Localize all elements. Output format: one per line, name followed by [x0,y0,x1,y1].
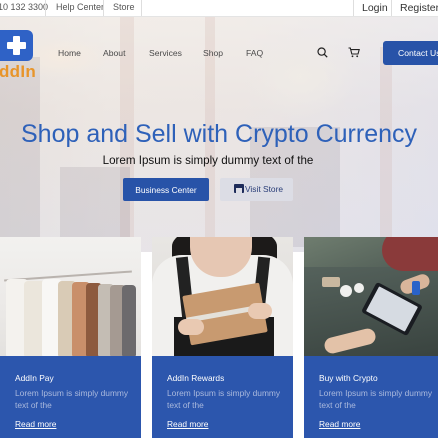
visit-store-label: Visit Store [245,184,284,194]
hero-subtitle: Lorem Ipsum is simply dummy text of the [102,154,314,167]
business-center-button[interactable]: Business Center [123,178,209,201]
read-more-link[interactable]: Read more [319,419,360,429]
divider [391,0,392,16]
nav-services[interactable]: Services [149,48,182,58]
store-icon [234,184,244,193]
read-more-link[interactable]: Read more [167,419,208,429]
clothes-rack-image [0,237,141,356]
hero-title: Shop and Sell with Crypto Currency [20,120,418,148]
divider [141,0,142,16]
divider [103,0,104,16]
phone-number[interactable]: 10 132 3300 [0,2,48,12]
nav-faq[interactable]: FAQ [246,48,263,58]
card-text: Lorem Ipsum is simply dummy text of the [15,388,129,410]
card-title: Buy with Crypto [319,373,378,383]
help-center-link[interactable]: Help Center [56,2,104,12]
feature-card-rewards: AddIn Rewards Lorem Ipsum is simply dumm… [152,237,293,438]
register-link[interactable]: Register [400,2,438,14]
nav-home[interactable]: Home [58,48,81,58]
card-title: AddIn Pay [15,373,54,383]
store-link[interactable]: Store [113,2,135,12]
cart-icon[interactable] [348,47,360,58]
visit-store-button[interactable]: Visit Store [220,178,293,201]
nav-about[interactable]: About [103,48,125,58]
divider [353,0,354,16]
logo-text[interactable]: ddIn [0,62,36,82]
top-utility-bar: 10 132 3300 Help Center Store Login Regi… [0,0,438,17]
divider [45,0,46,16]
feature-card-crypto: Buy with Crypto Lorem Ipsum is simply du… [304,237,438,438]
woman-holding-box-image [152,237,293,356]
contact-us-button[interactable]: Contact Us [383,41,438,65]
card-text: Lorem Ipsum is simply dummy text of the [319,388,433,410]
card-title: AddIn Rewards [167,373,225,383]
card-text: Lorem Ipsum is simply dummy text of the [167,388,281,410]
read-more-link[interactable]: Read more [15,419,56,429]
search-icon[interactable] [317,47,328,58]
nav-shop[interactable]: Shop [203,48,223,58]
payment-terminal-image [304,237,438,356]
login-link[interactable]: Login [362,2,388,14]
feature-card-pay: AddIn Pay Lorem Ipsum is simply dummy te… [0,237,141,438]
logo-icon[interactable] [0,30,33,61]
